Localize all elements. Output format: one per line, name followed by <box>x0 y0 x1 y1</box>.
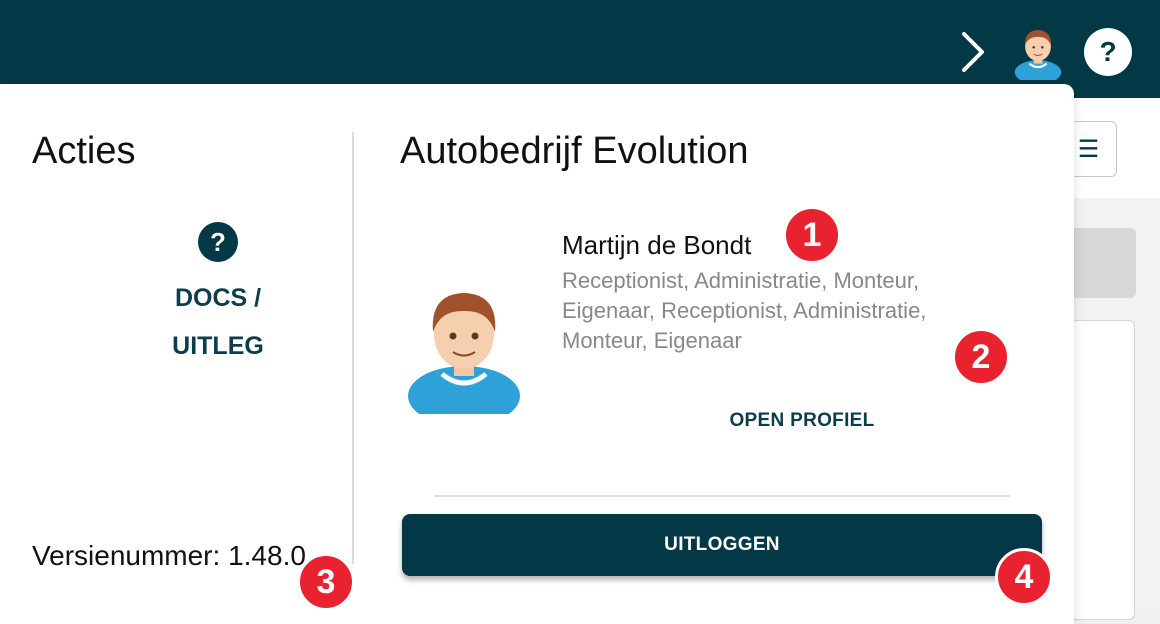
help-icon[interactable]: ? <box>1084 28 1132 76</box>
user-menu-panel: Acties ? DOCS / UITLEG Versienummer: 1.4… <box>0 84 1074 624</box>
vertical-divider <box>352 132 354 564</box>
background-card <box>1070 320 1135 620</box>
docs-link[interactable]: ? DOCS / UITLEG <box>160 222 276 370</box>
docs-label-line1: DOCS / <box>174 284 262 312</box>
chevron-right-icon[interactable] <box>952 27 992 77</box>
version-number: Versienummer: 1.48.0 <box>32 540 306 571</box>
company-name: Autobedrijf Evolution <box>400 130 749 172</box>
actions-title: Acties <box>32 130 136 172</box>
help-circle-icon: ? <box>198 222 238 262</box>
marker-2: 2 <box>952 328 1010 386</box>
open-profile-link[interactable]: OPEN PROFIEL <box>702 410 902 432</box>
marker-3: 3 <box>297 553 355 611</box>
user-roles: Receptionist, Administratie, Monteur, Ei… <box>562 268 927 353</box>
user-avatar-icon[interactable] <box>1010 24 1066 85</box>
logout-button[interactable]: UITLOGGEN <box>402 514 1042 576</box>
user-name: Martijn de Bondt <box>562 230 752 260</box>
marker-4: 4 <box>995 548 1053 606</box>
docs-label-line2: UITLEG <box>172 332 264 360</box>
background-placeholder <box>1070 228 1136 298</box>
profile-avatar-icon <box>404 284 524 426</box>
horizontal-divider <box>434 495 1010 497</box>
marker-1: 1 <box>783 206 841 264</box>
